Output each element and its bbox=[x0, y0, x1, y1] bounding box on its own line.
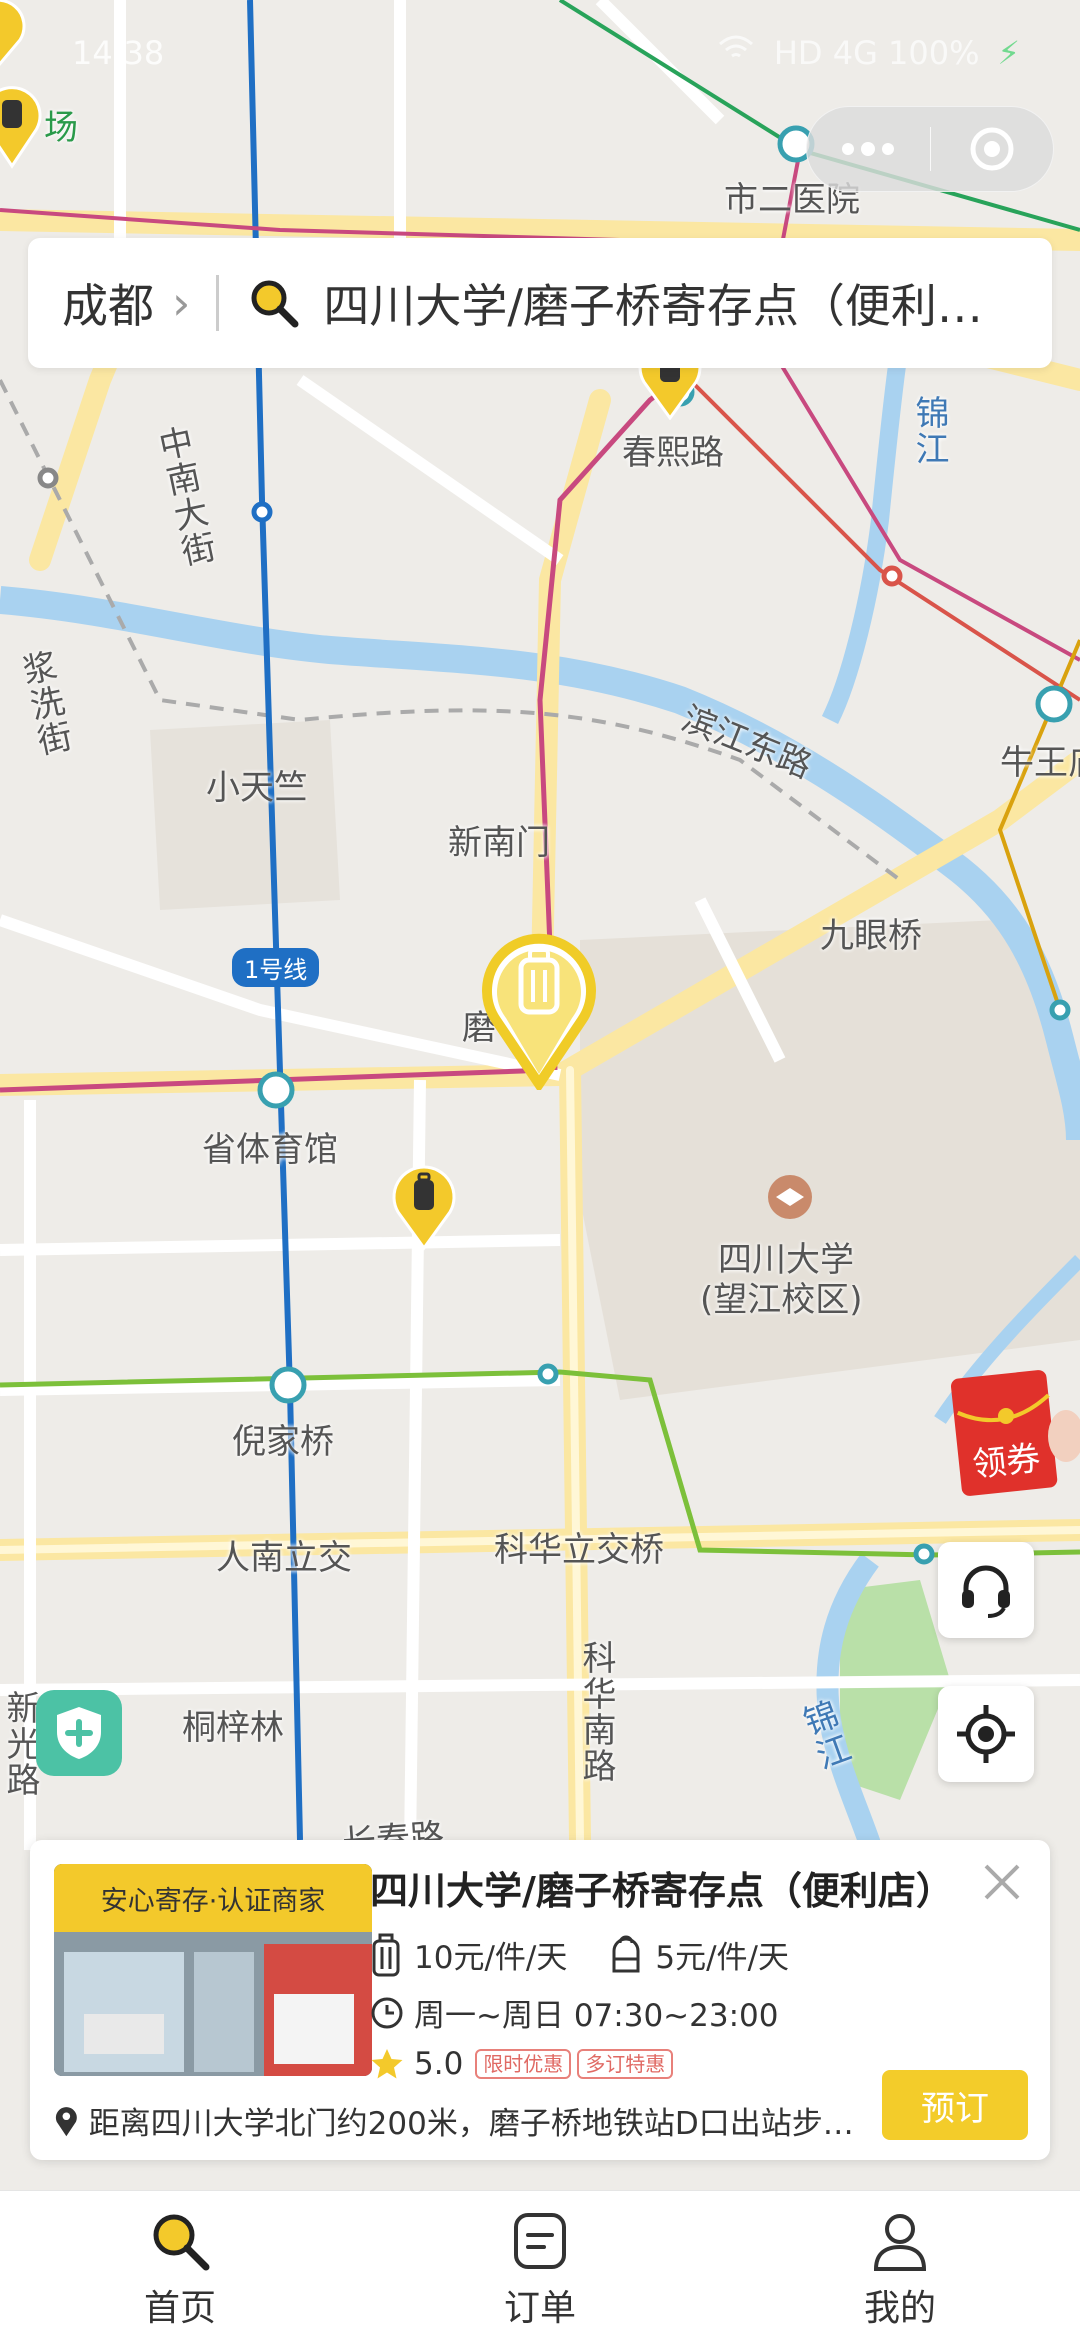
rating-value: 5.0 bbox=[414, 2046, 464, 2082]
coupon-label: 领券 bbox=[970, 1438, 1043, 1486]
tab-home[interactable]: 首页 bbox=[0, 2191, 360, 2340]
promo-tag: 多订特惠 bbox=[577, 2049, 674, 2079]
map-label: 科华南路 bbox=[576, 1640, 616, 1784]
backpack-icon bbox=[612, 1935, 640, 1972]
address-row: 距离四川大学北门约200米，磨子桥地铁站D口出站步行即到 bbox=[54, 2098, 874, 2143]
search-icon bbox=[247, 276, 301, 330]
search-icon bbox=[153, 2214, 210, 2271]
store-card[interactable]: 安心寄存·认证商家 四川大学/磨子桥寄存点（便利店） 10元/件/天 5元/件/… bbox=[30, 1840, 1050, 2160]
map-label: 科华立交桥 bbox=[494, 1530, 664, 1570]
city-selector[interactable]: 成都 bbox=[62, 270, 154, 336]
coupon-button[interactable]: 领券 bbox=[946, 1370, 1080, 1502]
close-miniprogram-button[interactable] bbox=[931, 107, 1054, 191]
map-label: (望江校区) bbox=[700, 1280, 863, 1320]
hours-row: 周一~周日 07:30~23:00 bbox=[370, 1990, 778, 2035]
map-label: 新南门 bbox=[448, 823, 550, 863]
safety-button[interactable] bbox=[36, 1690, 122, 1776]
customer-service-button[interactable] bbox=[938, 1542, 1034, 1638]
order-icon bbox=[514, 2213, 566, 2269]
star-icon bbox=[371, 2049, 403, 2079]
metro-line-badge: 1号线 bbox=[232, 948, 320, 987]
locate-icon bbox=[957, 1705, 1015, 1763]
miniprogram-capsule bbox=[806, 106, 1054, 192]
chevron-right-icon: › bbox=[172, 276, 191, 330]
map-label: 春熙路 bbox=[622, 433, 724, 473]
store-photo: 安心寄存·认证商家 bbox=[54, 1864, 372, 2076]
search-input[interactable]: 四川大学/磨子桥寄存点（便利店） bbox=[323, 270, 1003, 336]
tab-label: 首页 bbox=[143, 2288, 216, 2329]
locate-me-button[interactable] bbox=[938, 1686, 1034, 1782]
tab-bar: 首页 订单 我的 bbox=[0, 2190, 1080, 2340]
map-label: 小天竺 bbox=[206, 768, 308, 808]
luggage-price: 10元/件/天 bbox=[414, 1940, 568, 1976]
tab-orders[interactable]: 订单 bbox=[360, 2191, 720, 2340]
certified-badge: 安心寄存·认证商家 bbox=[54, 1864, 372, 1932]
map-label: 人南立交 bbox=[216, 1538, 352, 1578]
close-icon[interactable] bbox=[980, 1860, 1024, 1904]
bag-price: 5元/件/天 bbox=[655, 1940, 789, 1976]
clock-icon bbox=[371, 1997, 403, 2028]
location-pin-icon bbox=[55, 2106, 77, 2136]
tab-label: 订单 bbox=[503, 2288, 576, 2329]
status-indicators: HD 4G 100% ⚡ bbox=[716, 34, 1020, 72]
status-bar: 14:38 HD 4G 100% ⚡ bbox=[0, 0, 1080, 110]
map-label: 倪家桥 bbox=[232, 1422, 334, 1462]
price-row: 10元/件/天 5元/件/天 bbox=[370, 1932, 789, 1977]
address-text: 距离四川大学北门约200米，磨子桥地铁站D口出站步行即到 bbox=[88, 2106, 874, 2142]
rating-row: 5.0 限时优惠 多订特惠 bbox=[370, 2046, 674, 2082]
map-label: 九眼桥 bbox=[820, 916, 922, 956]
luggage-icon bbox=[372, 1933, 400, 1976]
shield-icon bbox=[57, 1707, 101, 1759]
network-status: HD 4G 100% bbox=[773, 34, 980, 72]
store-title: 四川大学/磨子桥寄存点（便利店） bbox=[370, 1869, 954, 1913]
storage-pin[interactable] bbox=[390, 1160, 458, 1256]
user-icon bbox=[873, 2214, 927, 2271]
more-button[interactable] bbox=[807, 107, 930, 191]
map-label: 桐梓林 bbox=[182, 1708, 284, 1748]
more-icon bbox=[842, 142, 895, 156]
map-label: 锦江 bbox=[909, 395, 949, 467]
selected-storage-pin[interactable] bbox=[478, 924, 600, 1094]
charging-icon: ⚡ bbox=[997, 34, 1020, 72]
tab-label: 我的 bbox=[863, 2288, 936, 2329]
status-time: 14:38 bbox=[72, 34, 165, 72]
map-label: 省体育馆 bbox=[202, 1130, 338, 1170]
headset-icon bbox=[962, 1565, 1010, 1618]
tab-profile[interactable]: 我的 bbox=[720, 2191, 1080, 2340]
opening-hours: 周一~周日 07:30~23:00 bbox=[414, 1998, 779, 2034]
target-circle-icon bbox=[970, 127, 1014, 171]
book-button[interactable]: 预订 bbox=[882, 2070, 1028, 2140]
divider bbox=[216, 275, 220, 331]
promo-tag: 限时优惠 bbox=[475, 2049, 572, 2079]
map-label: 牛王庙 bbox=[1000, 743, 1080, 783]
wifi-icon bbox=[716, 34, 756, 72]
search-bar[interactable]: 成都 › 四川大学/磨子桥寄存点（便利店） bbox=[28, 238, 1052, 368]
